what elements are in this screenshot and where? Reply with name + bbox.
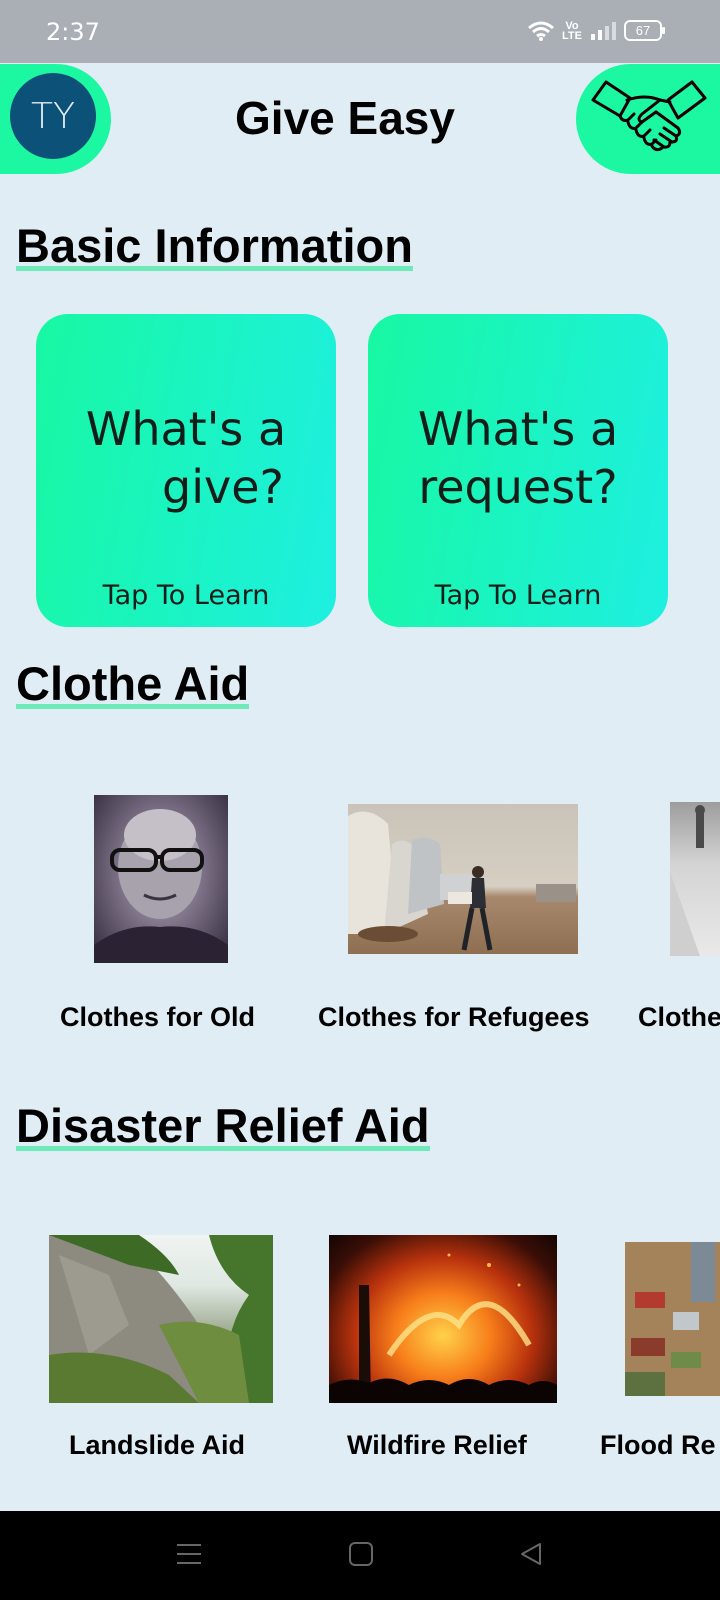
carousel-item-label: Clothes for Old [60, 1002, 255, 1032]
wildfire-relief-photo [329, 1235, 557, 1403]
landslide-aid-photo [49, 1235, 273, 1403]
carousel-item-label: Flood Re [600, 1430, 716, 1460]
info-card-request[interactable]: What's a request? Tap To Learn [368, 314, 668, 627]
info-card-question: What's a give? [85, 402, 287, 514]
carousel-item-label: Landslide Aid [69, 1430, 246, 1460]
section-title-disaster-relief-aid: Disaster Relief Aid [16, 1099, 430, 1152]
clothe-photo [670, 802, 720, 956]
carousel-item-label: Clothe [638, 1002, 720, 1032]
volte-icon: Vo LTE [562, 19, 582, 42]
battery-icon: 67 [624, 20, 665, 41]
app-header: TY Give Easy [0, 63, 720, 175]
clothes-for-refugees-photo [348, 804, 578, 954]
system-nav-bar [0, 1511, 720, 1600]
info-card-question: What's a request? [417, 402, 619, 514]
status-time: 2:37 [46, 18, 100, 46]
tap-to-learn-label: Tap To Learn [434, 580, 602, 611]
handshake-button[interactable] [576, 64, 720, 174]
carousel-item-label: Clothes for Refugees [318, 1002, 590, 1032]
tap-to-learn-label: Tap To Learn [102, 580, 270, 611]
menu-icon[interactable] [176, 1541, 202, 1567]
status-icons: Vo LTE 67 [528, 19, 665, 42]
clothes-for-old-photo [94, 795, 228, 963]
section-title-clothe-aid: Clothe Aid [16, 657, 250, 710]
home-icon[interactable] [348, 1541, 374, 1567]
back-icon[interactable] [518, 1541, 544, 1567]
section-title-basic-information: Basic Information [16, 219, 413, 272]
carousel-item-label: Wildfire Relief [347, 1430, 527, 1460]
handshake-icon [591, 80, 707, 152]
flood-relief-photo [625, 1242, 720, 1396]
wifi-icon [528, 21, 554, 41]
status-bar: 2:37 Vo LTE 67 [0, 0, 720, 63]
info-card-give[interactable]: What's a give? Tap To Learn [36, 314, 336, 627]
signal-icon [591, 21, 616, 40]
